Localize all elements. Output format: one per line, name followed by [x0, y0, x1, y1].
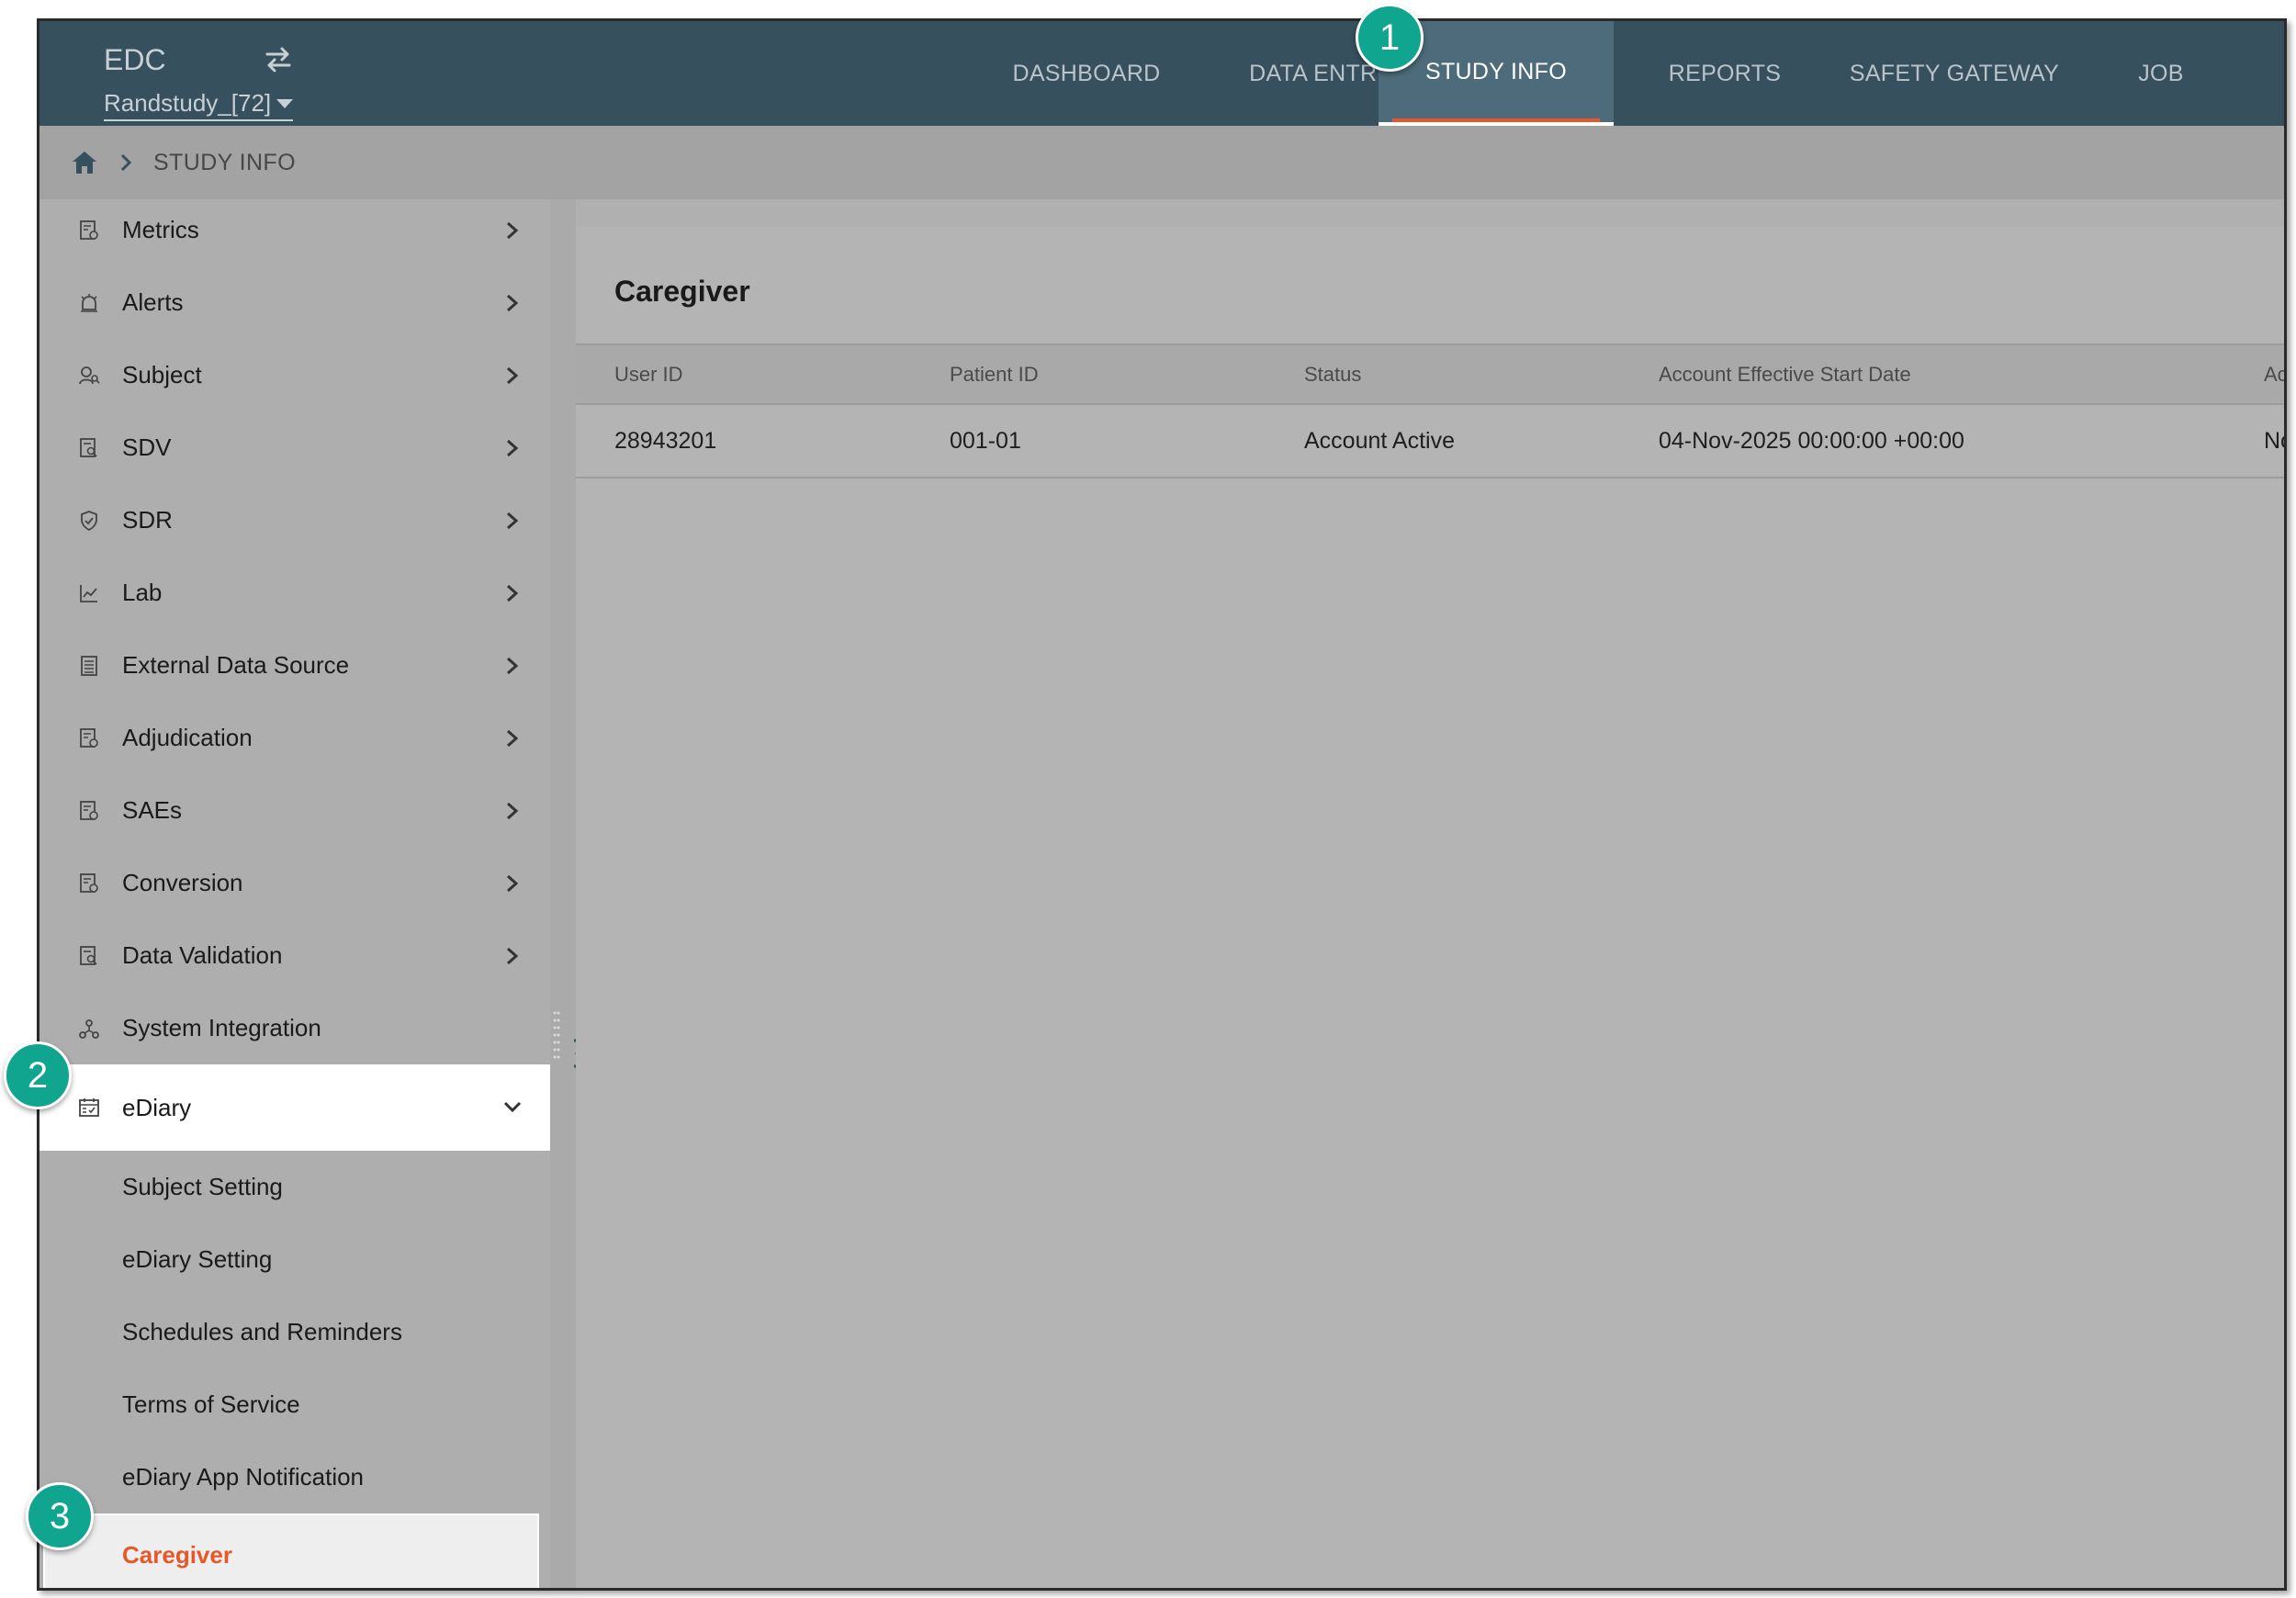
step-badge-3: 3	[26, 1482, 94, 1550]
report-icon	[80, 727, 98, 748]
sidebar-subitem-label: eDiary Setting	[122, 1245, 273, 1273]
sidebar-subitem-caregiver[interactable]: Caregiver	[43, 1514, 539, 1588]
step-badge-1: 1	[1356, 4, 1424, 72]
sidebar-item-conversion[interactable]: Conversion	[39, 847, 550, 919]
sidebar-item-metrics[interactable]: Metrics	[39, 194, 550, 266]
caregiver-panel: Caregiver User ID Patient ID Status Acco…	[576, 227, 2284, 1588]
sidebar-resize-handle[interactable]	[550, 199, 576, 1588]
table-header: User ID Patient ID Status Account Effect…	[576, 343, 2284, 405]
sidebar-item-alerts[interactable]: Alerts	[39, 266, 550, 339]
sidebar-item-subject[interactable]: Subject	[39, 339, 550, 411]
cell-user-id: 28943201	[614, 427, 717, 454]
sidebar-item-sdr[interactable]: SDR	[39, 484, 550, 557]
sidebar-item-label: External Data Source	[122, 651, 350, 679]
sidebar-item-data-validation[interactable]: Data Validation	[39, 919, 550, 992]
sidebar-subitem-label: Subject Setting	[122, 1173, 283, 1200]
sidebar-subitem-terms-of-service[interactable]: Terms of Service	[39, 1368, 550, 1441]
report-icon	[80, 800, 98, 820]
chevron-right-icon	[507, 439, 519, 456]
drag-grip-icon[interactable]	[552, 1009, 561, 1061]
sidebar-subitem-subject-setting[interactable]: Subject Setting	[39, 1151, 550, 1223]
cell-status: Account Active	[1304, 427, 1455, 454]
sidebar-item-label: SAEs	[122, 796, 183, 824]
study-selector[interactable]: Randstudy_[72]	[104, 89, 294, 121]
sidebar-item-label: Lab	[122, 579, 163, 606]
list-doc-icon	[81, 655, 97, 676]
sidebar-item-external-data-source[interactable]: External Data Source	[39, 629, 550, 702]
chevron-right-icon	[507, 294, 519, 311]
column-header-truncated[interactable]: Acco	[2264, 345, 2284, 403]
sidebar-item-adjudication[interactable]: Adjudication	[39, 702, 550, 774]
tab-reports[interactable]: REPORTS	[1633, 21, 1817, 126]
sidebar-subitem-label: eDiary App Notification	[122, 1463, 365, 1491]
sidebar-item-saes[interactable]: SAEs	[39, 774, 550, 847]
app-window: EDC Randstudy_[72] DASHBOARD DATA ENTRY …	[37, 18, 2287, 1591]
shield-check-icon	[81, 510, 97, 531]
sidebar-item-label: Subject	[122, 361, 202, 388]
sidebar-item-system-integration[interactable]: System Integration	[39, 992, 550, 1064]
column-header-user-id[interactable]: User ID	[614, 345, 683, 403]
sidebar-item-label: System Integration	[122, 1014, 321, 1041]
column-header-account-start-date[interactable]: Account Effective Start Date	[1659, 345, 1911, 403]
chevron-right-icon	[507, 512, 519, 529]
column-header-patient-id[interactable]: Patient ID	[950, 345, 1039, 403]
sidebar-item-label: SDV	[122, 433, 172, 461]
page-title: Caregiver	[614, 275, 750, 308]
sidebar-item-label: Adjudication	[122, 724, 253, 751]
chevron-right-icon	[507, 802, 519, 819]
line-chart-icon	[80, 584, 97, 602]
sidebar-subitem-ediary-setting[interactable]: eDiary Setting	[39, 1223, 550, 1296]
column-header-status[interactable]: Status	[1304, 345, 1361, 403]
cell-account-start-date: 04-Nov-2025 00:00:00 +00:00	[1659, 427, 1964, 454]
breadcrumb: STUDY INFO	[39, 126, 2284, 199]
chevron-right-icon	[507, 729, 519, 747]
chevron-down-icon	[503, 1101, 522, 1113]
chevron-right-icon	[507, 947, 519, 964]
doc-search-icon	[80, 437, 97, 457]
main-content: Caregiver User ID Patient ID Status Acco…	[576, 199, 2284, 1588]
sidebar-item-lab[interactable]: Lab	[39, 557, 550, 629]
chevron-right-icon	[120, 153, 132, 172]
person-search-icon	[79, 366, 100, 384]
tab-job[interactable]: JOB	[2097, 21, 2225, 126]
sidebar-item-label: eDiary	[122, 1093, 192, 1121]
sidebar: Metrics Alerts Subject SDV SDR Lab Exter…	[39, 199, 550, 1588]
sidebar-item-ediary[interactable]: eDiary	[39, 1064, 550, 1151]
cell-patient-id: 001-01	[950, 427, 1021, 454]
chevron-right-icon	[507, 366, 519, 384]
sidebar-item-label: Alerts	[122, 288, 184, 316]
report-icon	[80, 219, 98, 240]
sidebar-item-label: Data Validation	[122, 941, 283, 969]
hub-icon	[79, 1018, 99, 1039]
tab-dashboard[interactable]: DASHBOARD	[990, 21, 1183, 126]
sidebar-item-sdv[interactable]: SDV	[39, 411, 550, 484]
sidebar-item-label: Conversion	[122, 869, 243, 896]
tab-safety-gateway[interactable]: SAFETY GATEWAY	[1821, 21, 2088, 126]
sidebar-item-label: SDR	[122, 506, 173, 534]
step-badge-2: 2	[4, 1041, 72, 1109]
chevron-right-icon	[507, 657, 519, 674]
cell-truncated: No E	[2264, 427, 2284, 454]
sidebar-subitem-label: Caregiver	[122, 1540, 232, 1569]
table-row[interactable]: 28943201 001-01 Account Active 04-Nov-20…	[576, 405, 2284, 478]
sidebar-subitem-label: Schedules and Reminders	[122, 1318, 402, 1345]
app-title: EDC	[104, 43, 166, 76]
top-navigation-bar: EDC Randstudy_[72] DASHBOARD DATA ENTRY …	[39, 21, 2284, 126]
caret-down-icon	[276, 98, 294, 108]
swap-arrows-icon[interactable]	[260, 41, 297, 78]
chevron-right-icon	[507, 874, 519, 892]
sidebar-subitem-schedules-reminders[interactable]: Schedules and Reminders	[39, 1296, 550, 1368]
sidebar-subitem-ediary-app-notification[interactable]: eDiary App Notification	[39, 1441, 550, 1514]
report-icon	[80, 872, 98, 893]
sidebar-item-label: Metrics	[122, 216, 199, 243]
chevron-right-icon	[507, 584, 519, 602]
sidebar-subitem-label: Terms of Service	[122, 1390, 300, 1418]
study-selector-label: Randstudy_[72]	[104, 89, 272, 117]
chevron-right-icon	[507, 221, 519, 239]
home-icon[interactable]	[71, 149, 98, 176]
calendar-check-icon	[79, 1098, 99, 1117]
alarm-icon	[81, 293, 97, 312]
doc-search-icon	[80, 945, 97, 965]
breadcrumb-current: STUDY INFO	[153, 149, 296, 175]
